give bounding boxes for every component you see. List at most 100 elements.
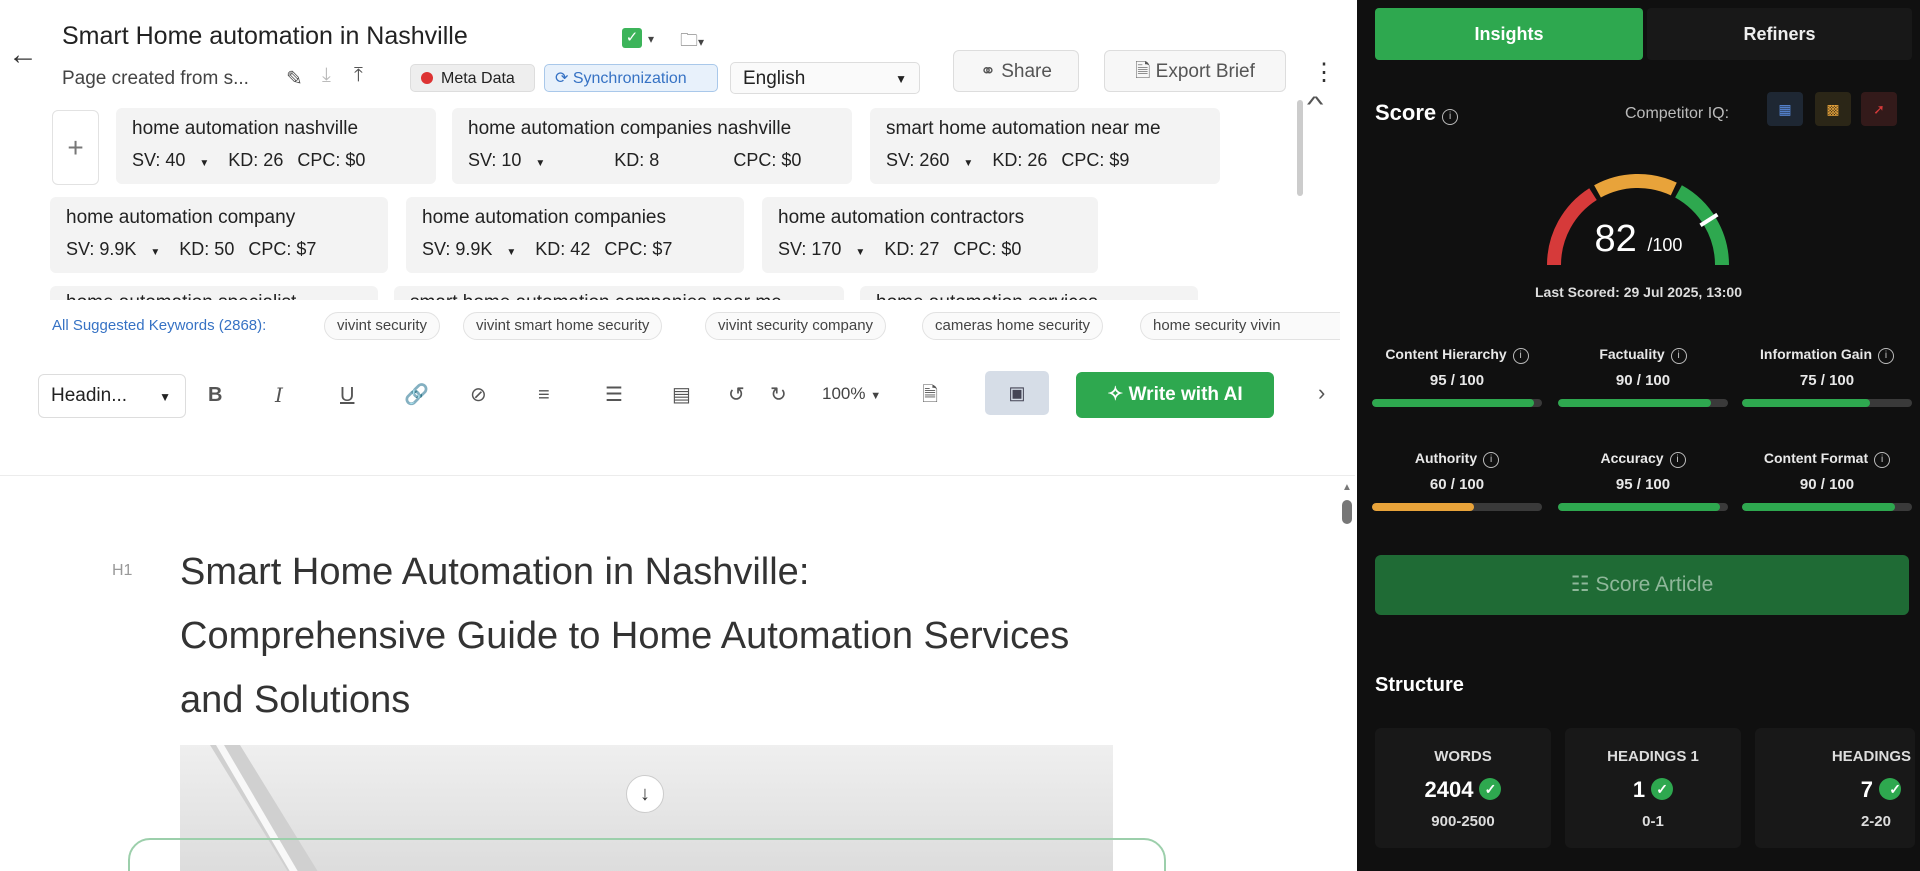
link-icon[interactable]: 🔗 [404,380,429,410]
meta-data-label: Meta Data [441,70,515,87]
share-button[interactable]: ⚭ Share [953,50,1079,92]
document-heading[interactable]: Smart Home Automation in Nashville: Comp… [180,540,1080,732]
metric-fill [1558,503,1720,511]
download-icon[interactable]: ⤓ [322,64,331,87]
score-article-button[interactable]: ☷ Score Article [1375,555,1909,615]
keyword-name: home automation contractors [778,207,1025,228]
trend-icon[interactable]: ➚ [1861,92,1897,126]
insights-panel: Insights Refiners Score i Competitor IQ: … [1357,0,1920,871]
suggested-keyword-chip[interactable]: home security vivin [1140,312,1340,340]
write-with-ai-button[interactable]: ✧ Write with AI [1076,372,1274,418]
unlink-icon[interactable]: ⊘ [470,380,487,410]
suggested-keyword-chip[interactable]: vivint security [324,312,441,340]
language-select[interactable]: English ▼ [730,62,920,94]
structure-heading: Structure [1375,674,1464,696]
keyword-card[interactable]: home automation company SV: 9.9K ▼ KD: 50… [50,197,388,273]
caret-icon: ▼ [855,247,866,258]
info-icon[interactable]: i [1669,452,1686,468]
info-icon[interactable]: i [1483,452,1500,468]
tab-insights[interactable]: Insights [1375,8,1643,60]
keyword-card[interactable]: smart home automation companies near me [394,286,844,300]
info-icon[interactable]: i [1442,109,1459,125]
suggested-keyword-chip[interactable]: vivint smart home security [463,312,663,340]
keyword-kd: KD: 8 [614,150,660,170]
metric-factuality: Factuality i 90 / 100 [1553,346,1733,407]
bold-icon[interactable]: B [208,380,222,410]
keyword-card[interactable]: home automation contractors SV: 170 ▼ KD:… [762,197,1098,273]
score-value: 82 /100 [1357,218,1920,261]
chevron-right-icon[interactable]: › [1318,380,1325,406]
upload-icon[interactable]: ⤒ [354,64,363,87]
scroll-down-icon[interactable]: ↓ [626,775,664,813]
metric-value: 95 / 100 [1615,476,1671,493]
suggested-keyword-chip[interactable]: cameras home security [922,312,1104,340]
keyword-name: home automation specialist [66,292,362,300]
editor-scrollbar[interactable] [1342,500,1352,524]
zoom-select[interactable]: 100% ▼ [822,384,881,404]
score-label: Score [1375,100,1437,125]
score-article-label: Score Article [1595,573,1714,596]
metric-authority: Authority i 60 / 100 [1367,450,1547,511]
redo-icon[interactable]: ↻ [770,380,787,410]
italic-icon[interactable]: I [275,380,283,410]
info-icon[interactable]: i [1874,452,1891,468]
status-checkbox-icon[interactable]: ✓ [622,28,642,48]
suggested-keyword-chip[interactable]: vivint security company [705,312,887,340]
caret-icon: ▼ [535,158,546,169]
table-icon[interactable]: ▤ [672,380,691,410]
synchronization-button[interactable]: ⟳ Synchronization [544,64,718,92]
chevron-up-icon[interactable]: ^ [1307,92,1324,118]
file-icon[interactable]: 🗎 [922,380,938,410]
metric-fill [1558,399,1711,407]
more-options-icon[interactable]: ⋮ [1312,58,1336,87]
page-subtitle: Page created from s... [62,68,249,89]
export-brief-button[interactable]: 🗎 Export Brief [1104,50,1286,92]
keyword-name: home automation companies nashville [468,118,792,139]
keyword-sv: SV: 260 [886,150,950,170]
score-heading: Score i [1375,100,1459,126]
stat-range: 2-20 [1860,813,1891,830]
tab-refiners[interactable]: Refiners [1647,8,1912,60]
metric-value: 60 / 100 [1429,476,1485,493]
divider [0,475,1355,476]
chevron-down-icon[interactable]: ▾ [648,32,654,46]
underline-icon[interactable]: U [340,380,354,410]
scroll-up-icon[interactable]: ▲ [1342,482,1352,493]
keyword-card[interactable]: home automation services [860,286,1198,300]
chevron-down-icon: ▼ [895,72,907,86]
bulleted-list-icon[interactable]: ☰ [605,380,623,410]
keyword-kd: KD: 26 [992,150,1048,170]
info-icon[interactable]: i [1670,348,1687,364]
meta-data-button[interactable]: Meta Data [410,64,535,92]
metric-value: 90 / 100 [1615,372,1671,389]
caret-icon: ▼ [506,247,517,258]
folder-icon[interactable]: 🗀▾ [680,28,704,58]
keyword-card[interactable]: smart home automation near me SV: 260 ▼ K… [870,108,1220,184]
heading-select[interactable]: Headin... ▼ [38,374,186,418]
back-arrow-icon[interactable]: ← [8,40,38,70]
undo-icon[interactable]: ↺ [728,380,745,410]
info-icon[interactable]: i [1878,348,1894,364]
info-icon[interactable]: i [1512,348,1529,364]
keyword-card[interactable]: home automation companies nashville SV: … [452,108,852,184]
keyword-scrollbar[interactable] [1297,100,1303,196]
keyword-cpc: CPC: $0 [953,239,1022,259]
all-suggested-keywords-link[interactable]: All Suggested Keywords (2868): [52,317,266,334]
stat-range: 0-1 [1642,813,1664,830]
numbered-list-icon[interactable]: ≡ [538,380,550,410]
bar-chart-icon[interactable]: ▩ [1815,92,1851,126]
add-keyword-button[interactable]: + [52,110,99,185]
pencil-icon[interactable]: ✎ [286,66,303,91]
image-icon[interactable]: ▣ [985,371,1049,415]
check-icon: ✓ [1651,778,1674,800]
chevron-down-icon: ▼ [870,390,882,402]
page-title: Smart Home automation in Nashville [62,22,468,50]
keyword-card[interactable]: home automation companies SV: 9.9K ▼ KD: … [406,197,744,273]
keyword-card[interactable]: home automation nashville SV: 40 ▼ KD: 26… [116,108,436,184]
keyword-name: home automation services [876,292,1182,300]
keyword-kd: KD: 50 [179,239,235,259]
editor-pane: ← Smart Home automation in Nashville ✓ ▾… [0,0,1355,871]
stat-name: HEADINGS 1 [1607,748,1699,765]
competitor-chart-icon[interactable]: ▦ [1767,92,1803,126]
keyword-card[interactable]: home automation specialist [50,286,378,300]
